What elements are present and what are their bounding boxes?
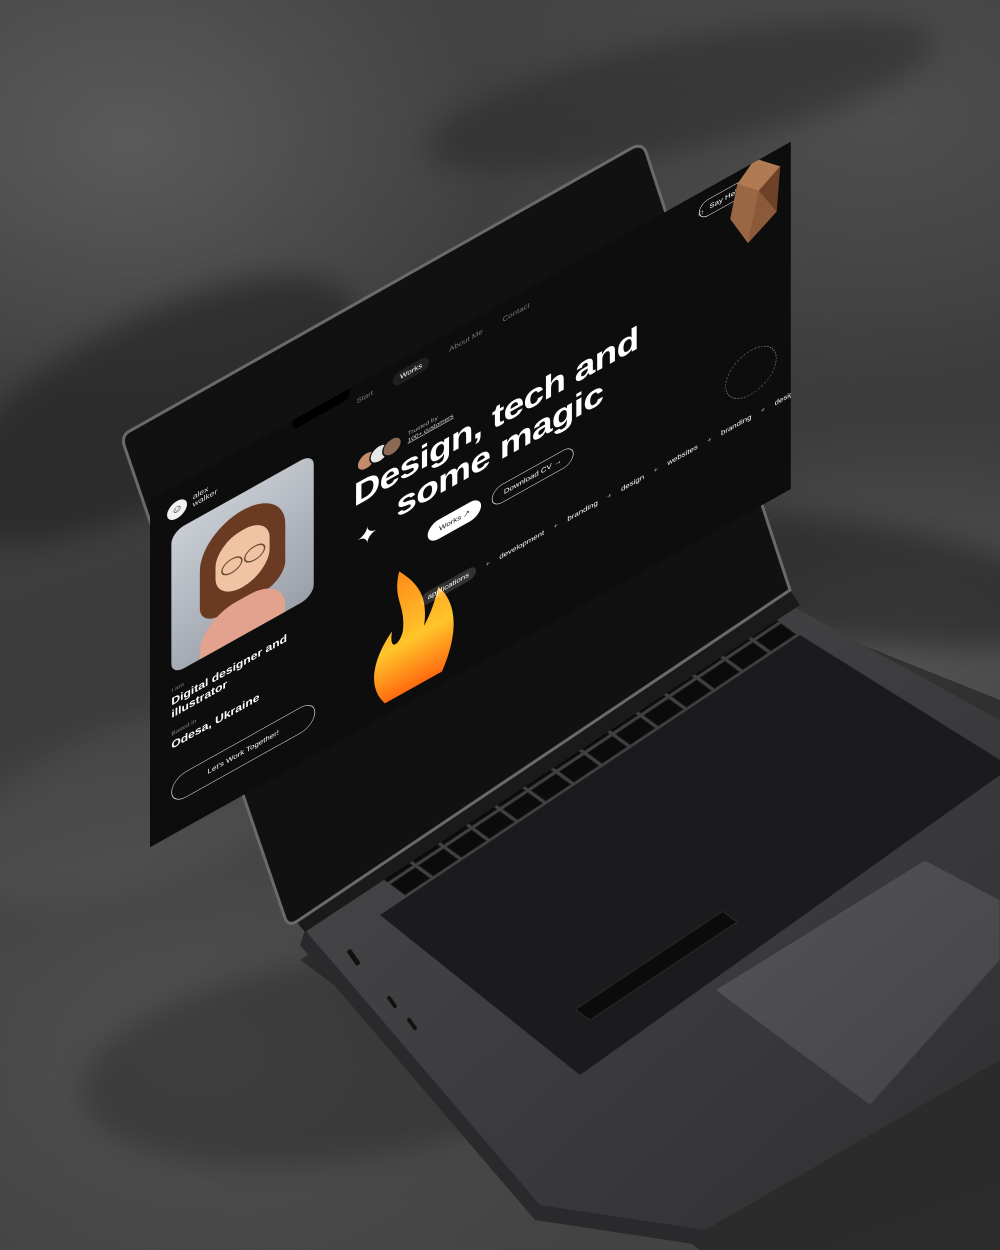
download-cv-label: Download CV (503, 462, 552, 497)
rotating-badge[interactable] (725, 335, 777, 410)
cat-avatar-icon: ☺ (167, 495, 188, 524)
photo-scene: ☺ alex walker Start Works About Me Conta… (0, 0, 1000, 1250)
ticker-item: development (499, 528, 545, 562)
nav-start[interactable]: Start (356, 389, 373, 409)
works-button-label: Works (439, 513, 462, 534)
ticker-item: websites (667, 443, 698, 468)
nav-contact[interactable]: Contact (503, 301, 530, 327)
ticker-item: branding (567, 498, 598, 524)
nav-about-me[interactable]: About Me (449, 328, 483, 357)
ticker-item: design (774, 387, 791, 408)
ticker-item: branding (720, 413, 752, 438)
ticker-item: design (621, 473, 645, 494)
